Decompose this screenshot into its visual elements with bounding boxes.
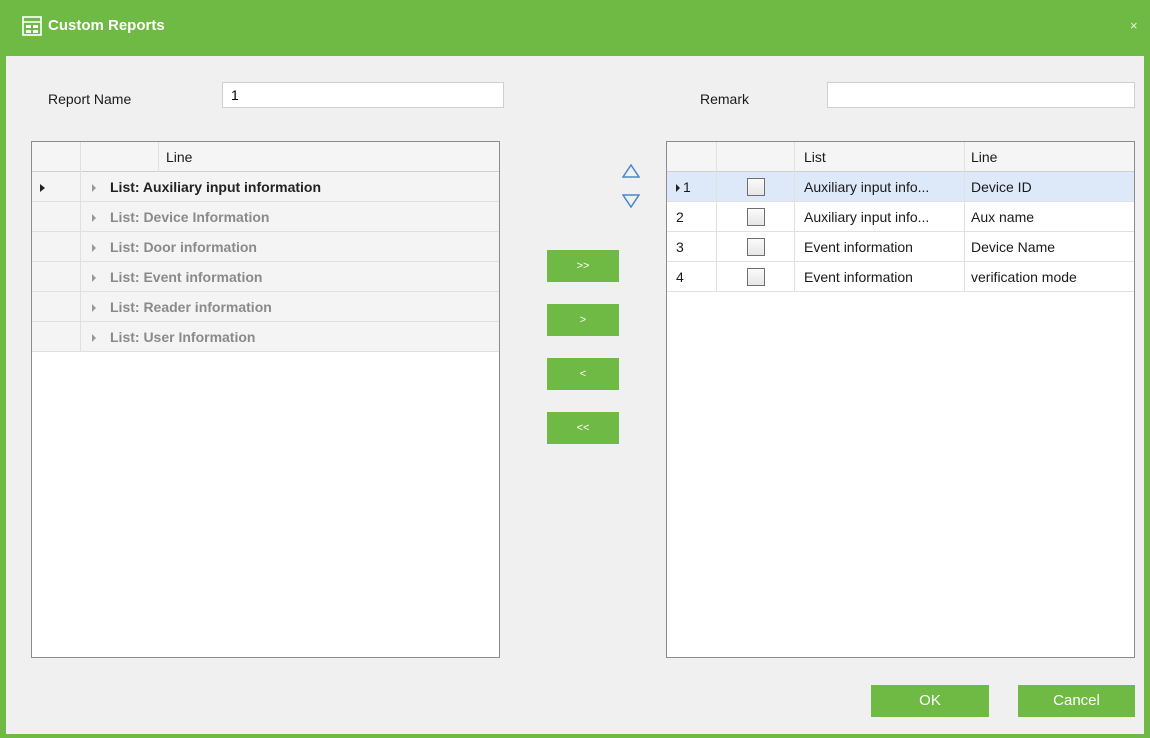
report-name-input[interactable]	[222, 82, 504, 108]
row-check-cell	[717, 232, 795, 262]
list-item[interactable]: List: Device Information	[32, 202, 499, 232]
right-header-num-cell	[667, 142, 717, 172]
remark-input[interactable]	[827, 82, 1135, 108]
row-selected-indicator-icon	[40, 184, 45, 192]
row-check-cell	[717, 202, 795, 232]
row-list-cell: Auxiliary input info...	[795, 172, 965, 202]
row-indicator-cell	[32, 292, 81, 322]
report-name-label: Report Name	[48, 91, 132, 107]
table-row[interactable]: 1 Auxiliary input info... Device ID	[667, 172, 1134, 202]
expand-cell[interactable]	[92, 292, 112, 322]
table-row[interactable]: 4 Event information verification mode	[667, 262, 1134, 292]
list-item-label: List: User Information	[110, 329, 256, 345]
expand-cell[interactable]	[92, 202, 112, 232]
row-number: 3	[676, 239, 684, 255]
row-number: 1	[683, 179, 691, 195]
list-item-label: List: Auxiliary input information	[110, 179, 322, 195]
list-item-label: List: Device Information	[110, 209, 270, 225]
expand-arrow-icon[interactable]	[92, 304, 96, 312]
expand-arrow-icon[interactable]	[92, 244, 96, 252]
row-number-cell: 3	[667, 232, 717, 262]
row-line-cell: verification mode	[971, 269, 1077, 285]
remove-button[interactable]: <	[547, 358, 619, 390]
row-list-cell: Event information	[795, 262, 965, 292]
row-checkbox[interactable]	[747, 178, 765, 196]
list-item[interactable]: List: Reader information	[32, 292, 499, 322]
expand-arrow-icon[interactable]	[92, 184, 96, 192]
list-item-label: List: Reader information	[110, 299, 272, 315]
expand-arrow-icon[interactable]	[92, 334, 96, 342]
row-checkbox[interactable]	[747, 268, 765, 286]
add-button[interactable]: >	[547, 304, 619, 336]
left-header-line: Line	[166, 149, 193, 165]
move-down-icon[interactable]	[622, 194, 640, 208]
row-line-cell: Device Name	[971, 239, 1056, 255]
close-button[interactable]: ×	[1130, 18, 1138, 33]
cancel-button[interactable]: Cancel	[1018, 685, 1135, 717]
expand-arrow-icon[interactable]	[92, 274, 96, 282]
table-row[interactable]: 3 Event information Device Name	[667, 232, 1134, 262]
expand-cell[interactable]	[92, 322, 112, 352]
row-indicator-cell	[32, 262, 81, 292]
expand-cell[interactable]	[92, 262, 112, 292]
row-checkbox[interactable]	[747, 238, 765, 256]
row-indicator-cell	[32, 202, 81, 232]
list-item[interactable]: List: User Information	[32, 322, 499, 352]
selected-fields-grid: List Line 1 Auxiliary input info... Device…	[666, 141, 1135, 658]
move-up-icon[interactable]	[622, 164, 640, 178]
row-number-cell: 1	[667, 172, 717, 202]
row-indicator-cell	[32, 172, 81, 202]
row-indicator-cell	[32, 232, 81, 262]
list-item[interactable]: List: Door information	[32, 232, 499, 262]
expand-arrow-icon[interactable]	[92, 214, 96, 222]
right-header-check-cell	[717, 142, 795, 172]
title-bar: Custom Reports ×	[0, 0, 1150, 56]
list-item[interactable]: List: Auxiliary input information	[32, 172, 499, 202]
row-line-cell: Aux name	[971, 209, 1035, 225]
right-header-list: List	[795, 142, 965, 172]
left-grid-header: Line	[32, 142, 499, 172]
add-all-button[interactable]: >>	[547, 250, 619, 282]
row-line-cell: Device ID	[971, 179, 1032, 195]
row-check-cell	[717, 262, 795, 292]
list-item-label: List: Event information	[110, 269, 263, 285]
dialog-title: Custom Reports	[48, 17, 165, 34]
report-icon	[22, 16, 42, 36]
row-checkbox[interactable]	[747, 208, 765, 226]
available-lines-grid: Line List: Auxiliary input information Li…	[31, 141, 500, 658]
remark-label: Remark	[700, 91, 750, 107]
row-selected-indicator-icon	[676, 184, 680, 192]
remove-all-button[interactable]: <<	[547, 412, 619, 444]
table-row[interactable]: 2 Auxiliary input info... Aux name	[667, 202, 1134, 232]
row-number: 2	[676, 209, 684, 225]
row-number-cell: 4	[667, 262, 717, 292]
row-check-cell	[717, 172, 795, 202]
left-header-expand-cell	[81, 142, 159, 172]
list-item[interactable]: List: Event information	[32, 262, 499, 292]
left-header-indicator-cell	[32, 142, 81, 172]
row-list-cell: Event information	[795, 232, 965, 262]
row-number: 4	[676, 269, 684, 285]
right-header-line: Line	[971, 149, 998, 165]
row-indicator-cell	[32, 322, 81, 352]
right-grid-header: List Line	[667, 142, 1134, 172]
row-list-cell: Auxiliary input info...	[795, 202, 965, 232]
custom-reports-dialog: Custom Reports × Report Name Remark Line…	[0, 0, 1150, 738]
expand-cell[interactable]	[92, 172, 112, 202]
ok-button[interactable]: OK	[871, 685, 989, 717]
list-item-label: List: Door information	[110, 239, 257, 255]
expand-cell[interactable]	[92, 232, 112, 262]
row-number-cell: 2	[667, 202, 717, 232]
